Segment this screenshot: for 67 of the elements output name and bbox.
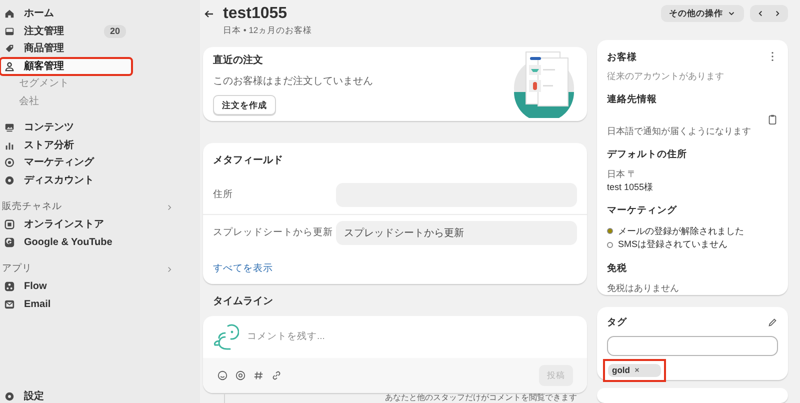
link-icon[interactable] xyxy=(271,370,282,382)
nav-item[interactable]: マーケティング xyxy=(0,154,132,172)
tag-icon xyxy=(4,43,15,54)
page-subtitle: 日本 • 12ヵ月のお客様 xyxy=(223,24,312,37)
empty-message: このお客様はまだ注文していません xyxy=(213,74,373,89)
clipboard-icon xyxy=(767,114,778,125)
order-illustration-drawing xyxy=(513,50,575,118)
nav-item[interactable]: Flow xyxy=(0,278,132,296)
g-logo-icon xyxy=(4,236,15,248)
chevron-left-icon xyxy=(756,9,765,18)
target-icon xyxy=(4,157,15,168)
image-icon xyxy=(4,122,15,134)
flow-icon xyxy=(4,281,15,292)
nav-item[interactable]: Google & YouTube xyxy=(0,234,132,251)
section-title: タイムライン xyxy=(212,294,273,309)
status-text: メールの登録が解除されました xyxy=(618,224,744,238)
address-line: 日本 〒 xyxy=(607,168,638,182)
card-title: タグ xyxy=(607,316,627,330)
emoji-icon[interactable] xyxy=(217,370,228,382)
tag-input[interactable] xyxy=(607,336,778,356)
field-label: スプレッドシートから更新 xyxy=(213,226,334,240)
home-icon xyxy=(4,8,15,20)
count-badge: 20 xyxy=(104,24,126,38)
status-text: SMSは登録されていません xyxy=(618,238,728,252)
chevron-down-icon xyxy=(727,9,736,18)
nav-item[interactable]: オンラインストア xyxy=(0,216,132,234)
nav-item[interactable]: 顧客管理 xyxy=(0,58,132,75)
chevron-right-icon xyxy=(773,9,782,18)
nav-item[interactable]: 商品管理 xyxy=(0,40,132,58)
nav-item[interactable]: ストア分析 xyxy=(0,136,132,154)
info-text: 日本語で通知が届くようになります xyxy=(607,124,752,138)
close-icon[interactable] xyxy=(632,366,641,374)
more-actions-button[interactable]: その他の操作 xyxy=(661,5,744,22)
page-title: test1055 xyxy=(223,5,288,23)
section-heading: アプリ xyxy=(2,262,32,276)
squirrel-icon xyxy=(213,323,239,352)
field-label: 住所 xyxy=(213,188,234,202)
nav-item[interactable]: ホーム xyxy=(0,5,132,22)
info-text: 従来のアカウントがあります xyxy=(607,70,725,83)
card-title: お客様 xyxy=(607,50,637,65)
nav-item[interactable]: Email xyxy=(0,296,132,313)
show-all-link[interactable]: すべてを表示 xyxy=(203,262,283,276)
nav-item[interactable]: コンテンツ xyxy=(0,119,132,136)
create-order-button[interactable]: 注文を作成 xyxy=(213,94,276,116)
section-title: 免税 xyxy=(607,262,628,276)
card-title: メタフィールド xyxy=(212,154,284,168)
card-title: 直近の注文 xyxy=(213,53,264,68)
settings-item[interactable]: 設定 xyxy=(0,388,44,403)
person-icon xyxy=(4,60,15,72)
section-heading: 販売チャネル xyxy=(2,200,62,214)
section-title: デフォルトの住所 xyxy=(607,148,688,162)
address-line: test 1055様 xyxy=(607,181,654,194)
envelope-icon xyxy=(4,298,15,310)
inbox-icon xyxy=(4,26,15,37)
section-title: マーケティング xyxy=(607,204,678,218)
hashtag-icon[interactable] xyxy=(253,370,264,382)
back-arrow-icon[interactable] xyxy=(203,8,215,20)
section-title: 連絡先情報 xyxy=(607,93,658,108)
tag-chip: gold xyxy=(608,364,661,377)
metafield-input[interactable]: スプレッドシートから更新 xyxy=(336,221,577,246)
pencil-icon[interactable] xyxy=(767,317,778,328)
nav-item[interactable]: ディスカウント xyxy=(0,172,132,189)
comment-field[interactable]: コメントを残す... xyxy=(247,330,577,344)
nav-item[interactable]: 注文管理 20 xyxy=(0,22,132,40)
info-text: 免税はありません xyxy=(607,282,680,295)
comment-note: あなたと他のスタッフだけがコメントを閲覧できます xyxy=(385,393,578,403)
store-icon xyxy=(4,219,15,230)
